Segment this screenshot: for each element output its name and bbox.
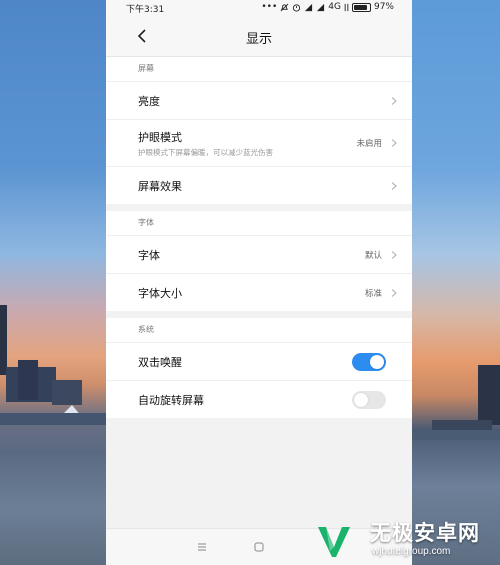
- row-label: 护眼模式: [138, 131, 182, 144]
- section-font: 字体 字体 默认 字体大小 标准: [106, 211, 412, 311]
- network-type: 4G: [328, 2, 341, 12]
- status-time: 下午3:31: [126, 5, 165, 15]
- status-icons: ••• 4G 97%: [261, 2, 394, 12]
- row-value: 未启用: [356, 139, 382, 149]
- status-bar: 下午3:31 ••• 4G 97%: [106, 0, 412, 16]
- setting-font-size[interactable]: 字体大小 标准: [106, 274, 412, 311]
- alarm-icon: [293, 3, 301, 12]
- toggle-knob: [370, 355, 384, 369]
- data-arrows-icon: [344, 3, 349, 11]
- chevron-right-icon: [391, 182, 397, 190]
- section-header: 字体: [106, 211, 412, 236]
- row-label: 亮度: [138, 95, 160, 108]
- section-system: 系统 双击唤醒 自动旋转屏幕: [106, 318, 412, 418]
- setting-auto-rotate: 自动旋转屏幕: [106, 381, 412, 418]
- row-value: 标准: [364, 289, 382, 299]
- row-label: 自动旋转屏幕: [138, 394, 204, 407]
- menu-button[interactable]: [196, 541, 208, 553]
- section-header: 屏幕: [106, 57, 412, 82]
- page-title: 显示: [245, 32, 272, 47]
- setting-eye-protection[interactable]: 护眼模式 护眼模式下屏幕偏暖，可以减少蓝光伤害 未启用: [106, 120, 412, 167]
- battery-icon: [351, 2, 371, 12]
- home-button[interactable]: [253, 541, 265, 553]
- row-label: 双击唤醒: [138, 356, 182, 369]
- title-bar: 显示: [106, 16, 412, 57]
- signal-icon: [305, 3, 313, 11]
- watermark-url: wjhotelgroup.com: [372, 546, 451, 557]
- double-tap-toggle[interactable]: [352, 353, 386, 371]
- city-skyline-left: [0, 305, 106, 425]
- auto-rotate-toggle[interactable]: [352, 391, 386, 409]
- chevron-right-icon: [391, 251, 397, 259]
- chevron-right-icon: [391, 289, 397, 297]
- background-left: [0, 0, 106, 565]
- chevron-right-icon: [391, 139, 397, 147]
- row-value: 默认: [364, 251, 382, 261]
- toggle-knob: [354, 393, 368, 407]
- row-label: 屏幕效果: [138, 180, 182, 193]
- setting-font[interactable]: 字体 默认: [106, 236, 412, 274]
- section-header: 系统: [106, 318, 412, 343]
- phone-screen: 下午3:31 ••• 4G 97% 显示 屏幕 亮度 护眼模式 护眼模式下屏幕偏…: [106, 0, 412, 565]
- row-sublabel: 护眼模式下屏幕偏暖，可以减少蓝光伤害: [138, 148, 273, 157]
- setting-brightness[interactable]: 亮度: [106, 82, 412, 120]
- watermark-logo-icon: [318, 527, 350, 557]
- signal-icon: [317, 3, 325, 11]
- city-skyline-right: [412, 365, 500, 440]
- setting-screen-effect[interactable]: 屏幕效果: [106, 167, 412, 204]
- background-right: [412, 0, 500, 565]
- setting-double-tap-wake: 双击唤醒: [106, 343, 412, 381]
- section-screen: 屏幕 亮度 护眼模式 护眼模式下屏幕偏暖，可以减少蓝光伤害 未启用 屏幕效果: [106, 57, 412, 204]
- row-label: 字体大小: [138, 287, 182, 300]
- more-dots-icon: •••: [261, 2, 278, 12]
- watermark: 无极安卓网 wjhotelgroup.com: [300, 513, 500, 565]
- mute-bell-icon: [280, 3, 289, 11]
- chevron-right-icon: [391, 97, 397, 105]
- battery-percent: 97%: [373, 2, 394, 12]
- row-label: 字体: [138, 249, 160, 262]
- watermark-title: 无极安卓网: [370, 521, 480, 545]
